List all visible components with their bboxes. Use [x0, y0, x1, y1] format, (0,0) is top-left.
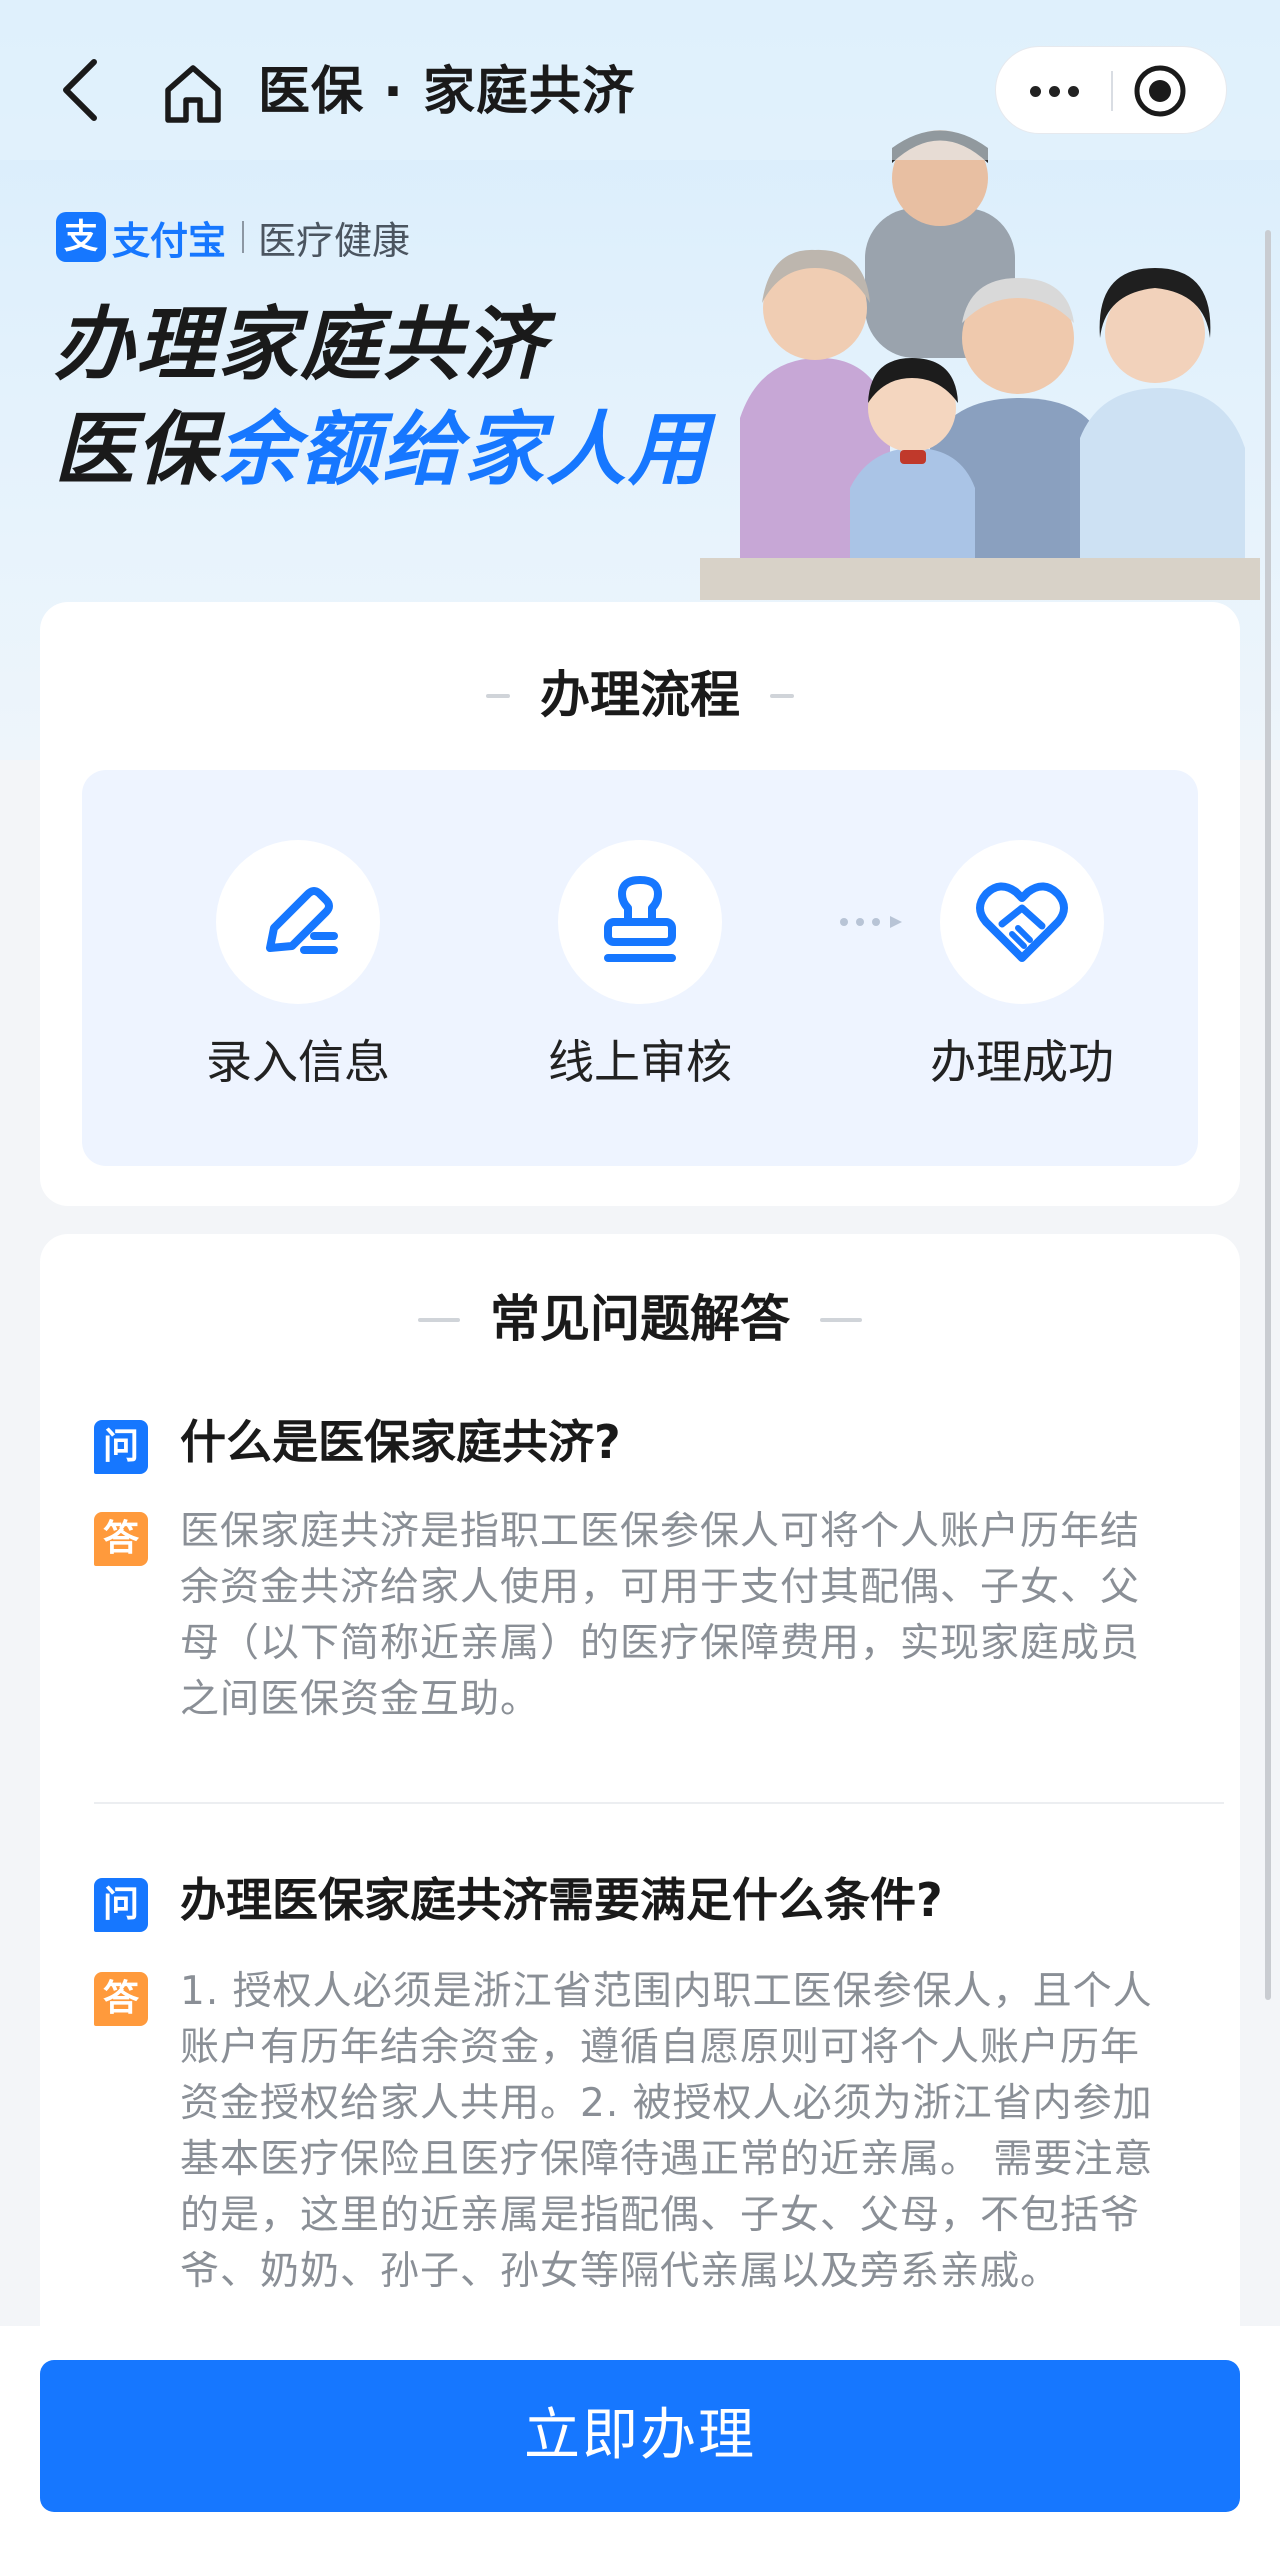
hero-title-accent: 余额给家人用	[218, 403, 710, 496]
hero-title-prefix: 医保	[54, 403, 218, 496]
bottom-action-bar: 立即办理	[0, 2326, 1280, 2570]
navigation-bar: 医保 · 家庭共济	[0, 0, 1280, 160]
faq-dash-right	[820, 1318, 862, 1322]
home-icon[interactable]	[160, 60, 226, 126]
answer-2-line: 资金授权给家人共用。2. 被授权人必须为浙江省内参加	[180, 2081, 1153, 2126]
mini-program-capsule	[995, 46, 1227, 134]
process-card: 办理流程 录入信息 线上审核 办理成功	[40, 602, 1240, 1206]
answer-2-line: 账户有历年结余资金，遵循自愿原则可将个人账户历年	[180, 2025, 1141, 2070]
answer-badge: 答	[94, 1512, 148, 1566]
answer-1-line: 余资金共济给家人使用，可用于支付其配偶、子女、父	[180, 1565, 1141, 1610]
alipay-logo-icon	[56, 212, 106, 262]
more-menu-icon[interactable]	[996, 47, 1112, 135]
question-2: 办理医保家庭共济需要满足什么条件?	[180, 1873, 943, 1927]
arrow-dots-icon	[840, 916, 902, 928]
answer-2-line: 1. 授权人必须是浙江省范围内职工医保参保人，且个人	[180, 1969, 1153, 2014]
step-1-circle	[216, 840, 380, 1004]
capsule-divider	[1111, 71, 1113, 111]
brand-header: 支付宝 医疗健康	[56, 210, 410, 264]
brand-name: 支付宝	[112, 218, 227, 263]
hero-title-line2: 医保余额给家人用	[54, 400, 710, 500]
answer-2-line: 基本医疗保险且医疗保障待遇正常的近亲属。 需要注意	[180, 2137, 1154, 2182]
edit-icon	[266, 887, 338, 954]
scrollbar[interactable]	[1265, 230, 1271, 2000]
step-2-circle	[558, 840, 722, 1004]
answer-1-line: 医保家庭共济是指职工医保参保人可将个人账户历年结	[180, 1509, 1141, 1554]
answer-badge: 答	[94, 1972, 148, 2026]
answer-2-line: 爷、奶奶、孙子、孙女等隔代亲属以及旁系亲戚。	[180, 2249, 1061, 2294]
answer-1-line: 之间医保资金互助。	[180, 1677, 541, 1722]
family-photo	[700, 130, 1260, 600]
answer-1-line: 母（以下简称近亲属）的医疗保障费用，实现家庭成员	[180, 1621, 1141, 1666]
brand-divider	[242, 221, 245, 253]
title-dash-right	[770, 694, 794, 698]
stamp-icon	[604, 876, 676, 962]
page-title: 医保 · 家庭共济	[258, 62, 635, 122]
close-target-icon[interactable]	[1132, 63, 1188, 119]
answer-2: 1. 授权人必须是浙江省范围内职工医保参保人，且个人 账户有历年结余资金，遵循自…	[180, 1964, 1200, 2300]
faq-divider	[94, 1802, 1224, 1804]
faq-title: 常见问题解答	[490, 1290, 790, 1348]
apply-now-button[interactable]: 立即办理	[40, 2360, 1240, 2512]
answer-2-line: 的是，这里的近亲属是指配偶、子女、父母，不包括爷	[180, 2193, 1141, 2238]
heart-handshake-icon	[976, 882, 1068, 962]
step-2-label: 线上审核	[548, 1035, 732, 1089]
step-3-circle	[940, 840, 1104, 1004]
question-1: 什么是医保家庭共济?	[180, 1415, 621, 1469]
process-title: 办理流程	[540, 666, 740, 724]
step-3-label: 办理成功	[930, 1035, 1114, 1089]
back-arrow-icon[interactable]	[52, 52, 108, 128]
question-badge: 问	[94, 1878, 148, 1932]
hero-title-line1: 办理家庭共济	[54, 298, 546, 391]
brand-subtitle: 医疗健康	[258, 218, 411, 263]
answer-1: 医保家庭共济是指职工医保参保人可将个人账户历年结 余资金共济给家人使用，可用于支…	[180, 1504, 1200, 1728]
step-1-label: 录入信息	[206, 1035, 390, 1089]
faq-card: 常见问题解答 问 什么是医保家庭共济? 答 医保家庭共济是指职工医保参保人可将个…	[40, 1234, 1240, 2434]
process-steps: 录入信息 线上审核 办理成功	[82, 770, 1198, 1166]
question-badge: 问	[94, 1420, 148, 1474]
